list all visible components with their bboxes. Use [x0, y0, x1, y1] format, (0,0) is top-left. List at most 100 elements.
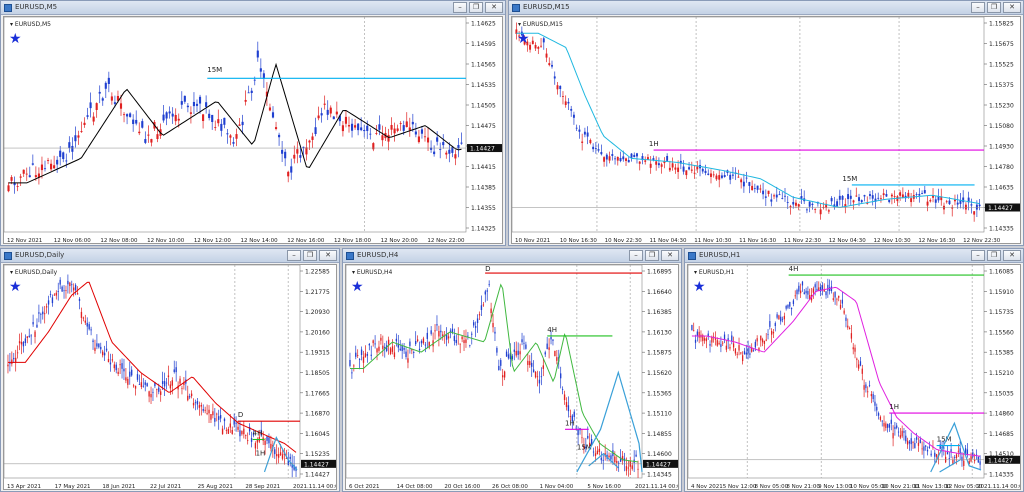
candle-body — [146, 383, 148, 387]
candle-body — [515, 350, 517, 356]
candle-body — [559, 85, 562, 90]
chart-canvas[interactable]: 1.15825 1.15675 1.15525 1.15375 1.15230 1.150… — [511, 16, 1021, 244]
candle-body — [505, 351, 508, 357]
candle-body — [413, 351, 415, 353]
minimize-button[interactable]: – — [629, 250, 643, 261]
price-chart[interactable]: 1.15825 1.15675 1.15525 1.15375 1.15230 1.150… — [512, 17, 1021, 244]
price-axis-label: 1.19315 — [305, 350, 330, 357]
candle-body — [451, 328, 454, 333]
candle-body — [244, 99, 247, 102]
candle-body — [600, 457, 602, 461]
candle-body — [693, 330, 695, 332]
restore-button[interactable]: ❐ — [469, 2, 483, 13]
candle-body — [761, 339, 764, 343]
chart-canvas[interactable]: 1.14625 1.14595 1.14565 1.14535 1.14505 1.144… — [3, 16, 503, 244]
candle-body — [836, 298, 838, 300]
candle-body — [502, 375, 504, 378]
window-titlebar[interactable]: EURUSD,H1 – ❐ ✕ — [685, 249, 1023, 263]
candle-body — [381, 135, 384, 141]
candle-body — [10, 177, 13, 181]
close-button[interactable]: ✕ — [319, 250, 337, 261]
candle-body — [86, 115, 89, 117]
time-axis-label: 2021.11.14 00:00 — [293, 484, 337, 490]
candle-body — [84, 320, 86, 323]
candle-body — [165, 112, 168, 119]
candle-body — [305, 147, 308, 155]
candle-body — [885, 194, 888, 197]
price-chart[interactable]: 1.16895 1.16640 1.16385 1.16130 1.15875 1.156… — [346, 265, 679, 490]
candle-body — [710, 173, 712, 177]
candle-body — [801, 281, 804, 286]
candle-body — [899, 192, 902, 196]
candle-body — [223, 117, 226, 125]
time-axis-label: 12 Nov 08:00 — [100, 238, 138, 244]
candle-body — [723, 334, 726, 340]
candle-body — [480, 305, 483, 311]
candle-body — [572, 114, 575, 118]
candle-body — [731, 174, 734, 176]
price-axis-label: 1.15080 — [989, 123, 1014, 130]
candle-body — [537, 47, 540, 49]
candle-body — [560, 373, 562, 379]
candle-body — [885, 423, 887, 428]
restore-button[interactable]: ❐ — [645, 250, 659, 261]
candle-body — [59, 150, 62, 157]
restore-button[interactable]: ❐ — [987, 2, 1001, 13]
price-chart[interactable]: 1.22585 1.21775 1.20930 1.20160 1.19315 1.185… — [4, 265, 337, 490]
candle-body — [436, 137, 439, 142]
chart-canvas[interactable]: 1.16085 1.15910 1.15735 1.15560 1.15385 1.152… — [687, 264, 1021, 490]
minimize-button[interactable]: – — [453, 2, 467, 13]
price-axis-label: 1.14385 — [471, 185, 496, 192]
candle-body — [722, 342, 724, 344]
minimize-button[interactable]: – — [287, 250, 301, 261]
window-titlebar[interactable]: EURUSD,Daily – ❐ ✕ — [1, 249, 339, 263]
chart-window-m15[interactable]: EURUSD,M15 – ❐ ✕ 1.15825 1.15675 1.15525 1.… — [508, 0, 1024, 246]
chart-canvas[interactable]: 1.22585 1.21775 1.20930 1.20160 1.19315 1.185… — [3, 264, 337, 490]
candle-body — [703, 338, 706, 341]
minimize-button[interactable]: – — [971, 250, 985, 261]
close-button[interactable]: ✕ — [1003, 2, 1021, 13]
price-chart[interactable]: 1.16085 1.15910 1.15735 1.15560 1.15385 1.152… — [688, 265, 1021, 490]
window-titlebar[interactable]: EURUSD,M15 – ❐ ✕ — [509, 1, 1023, 15]
candle-body — [598, 448, 601, 452]
window-titlebar[interactable]: EURUSD,M5 – ❐ ✕ — [1, 1, 505, 15]
candle-body — [372, 340, 374, 344]
window-title: EURUSD,H1 — [699, 251, 741, 259]
chart-window-m5[interactable]: EURUSD,M5 – ❐ ✕ 1.14625 1.14595 1.14565 1.1… — [0, 0, 506, 246]
price-axis-label: 1.14475 — [471, 123, 496, 130]
close-button[interactable]: ✕ — [485, 2, 503, 13]
candle-body — [211, 114, 214, 123]
candle-body — [596, 450, 599, 455]
chart-canvas[interactable]: 1.16895 1.16640 1.16385 1.16130 1.15875 1.156… — [345, 264, 679, 490]
candle-body — [745, 352, 747, 355]
candle-body — [349, 360, 351, 366]
close-button[interactable]: ✕ — [1003, 250, 1021, 261]
candle-body — [44, 313, 46, 315]
candle-body — [961, 456, 963, 461]
candle-body — [204, 409, 206, 411]
candle-body — [869, 194, 871, 196]
chart-window-daily[interactable]: EURUSD,Daily – ❐ ✕ 1.22585 1.21775 1.20930… — [0, 248, 340, 492]
candle-body — [205, 102, 208, 107]
candle-body — [637, 468, 639, 470]
candle-body — [226, 133, 229, 135]
candle-body — [688, 167, 691, 170]
candle-body — [781, 318, 784, 320]
restore-button[interactable]: ❐ — [987, 250, 1001, 261]
candle-body — [551, 64, 553, 67]
candle-body — [71, 145, 74, 152]
candle-body — [238, 124, 241, 126]
candle-body — [921, 448, 923, 450]
candle-body — [756, 185, 759, 190]
window-titlebar[interactable]: EURUSD,H4 – ❐ ✕ — [343, 249, 681, 263]
restore-button[interactable]: ❐ — [303, 250, 317, 261]
minimize-button[interactable]: – — [971, 2, 985, 13]
chart-window-h4[interactable]: EURUSD,H4 – ❐ ✕ 1.16895 1.16640 1.16385 1.1… — [342, 248, 682, 492]
candle-body — [200, 404, 202, 407]
candle-body — [839, 304, 842, 309]
chart-window-h1[interactable]: EURUSD,H1 – ❐ ✕ 1.16085 1.15910 1.15735 1.1… — [684, 248, 1024, 492]
close-button[interactable]: ✕ — [661, 250, 679, 261]
candle-body — [625, 158, 627, 161]
candle-body — [893, 196, 896, 198]
price-chart[interactable]: 1.14625 1.14595 1.14565 1.14535 1.14505 1.144… — [4, 17, 503, 244]
